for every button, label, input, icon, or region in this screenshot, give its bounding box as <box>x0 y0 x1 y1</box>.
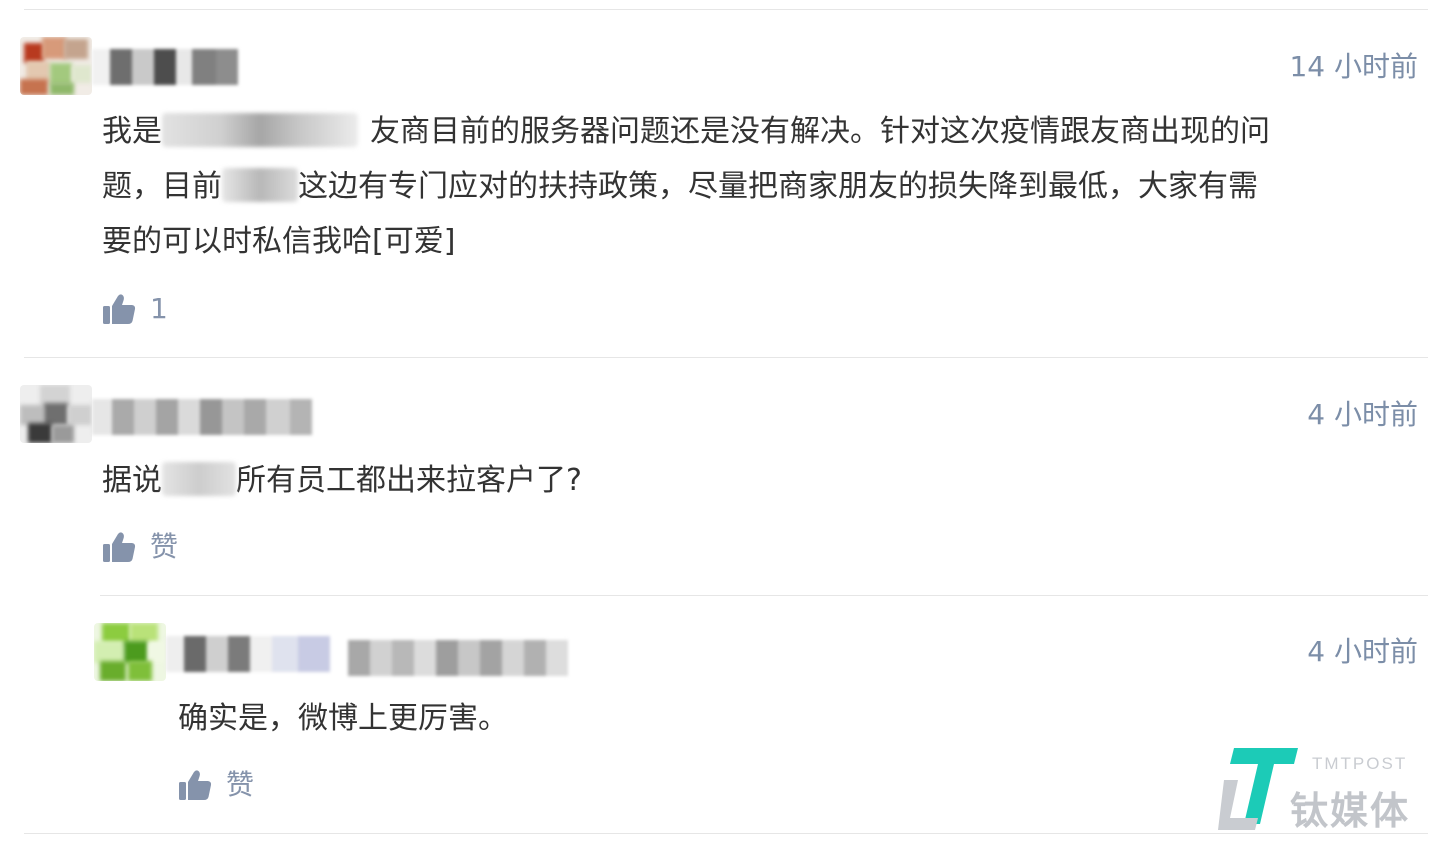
thumbs-up-icon <box>179 770 212 800</box>
comment-text: 我是 友商目前的服务器问题还是没有解决。针对这次疫情跟友商出现的问 题，目前 这边有… <box>102 112 1270 259</box>
divider <box>24 357 1428 358</box>
watermark-zh: 钛媒体 <box>1290 789 1411 833</box>
username[interactable] <box>92 399 312 435</box>
comment-text: 据说 所有员工都出来拉客户了? <box>102 461 582 498</box>
like-button[interactable]: 1 <box>102 291 168 327</box>
divider <box>24 9 1428 10</box>
redacted-mask <box>222 167 298 202</box>
redacted-mask <box>162 112 358 147</box>
watermark-logo: TMTPOST 钛媒体 <box>1218 736 1428 836</box>
thumbs-up-icon <box>103 532 136 562</box>
timestamp: 4 小时前 <box>1307 635 1418 668</box>
avatar[interactable] <box>20 37 92 95</box>
watermark-en: TMTPOST <box>1312 754 1408 773</box>
like-button[interactable]: 赞 <box>102 529 178 565</box>
avatar[interactable] <box>20 385 92 443</box>
like-label: 赞 <box>150 530 179 563</box>
username[interactable] <box>92 49 238 85</box>
like-button[interactable]: 赞 <box>178 767 254 803</box>
like-label: 赞 <box>226 768 255 801</box>
avatar[interactable] <box>94 623 166 681</box>
comment-feed: 14 小时前 我是 友商目前的服务器问题还是没有解决。针对这次疫情跟友商出现的问 … <box>0 0 1440 847</box>
divider <box>100 595 1428 596</box>
reply-text: 确实是，微博上更厉害。 <box>178 701 508 736</box>
redacted-mask <box>162 461 236 496</box>
thumbs-up-icon <box>103 294 136 324</box>
like-count: 1 <box>150 292 168 325</box>
username[interactable] <box>166 636 330 672</box>
reply-target-name[interactable] <box>348 640 568 676</box>
timestamp: 14 小时前 <box>1289 50 1418 83</box>
timestamp: 4 小时前 <box>1307 398 1418 431</box>
